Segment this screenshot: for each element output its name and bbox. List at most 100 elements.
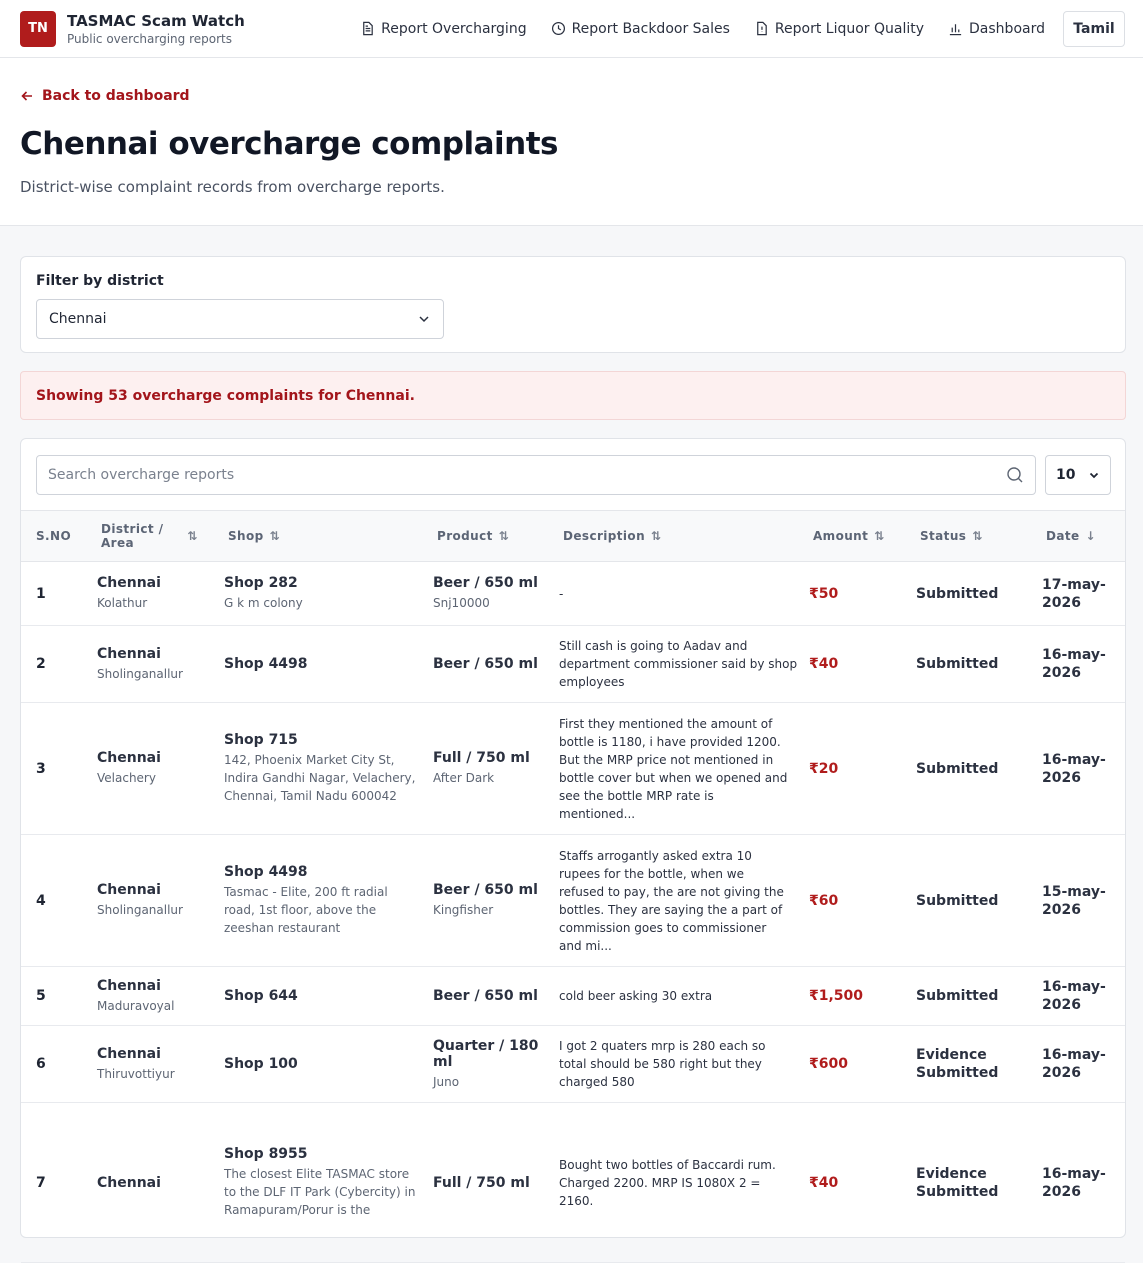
cell-amount: ₹20 bbox=[809, 702, 916, 835]
chevron-down-icon bbox=[1089, 472, 1099, 479]
page-size-value: 10 bbox=[1056, 467, 1076, 483]
table-row[interactable]: 7 Chennai Shop 8955 The closest Elite TAS… bbox=[21, 1102, 1125, 1263]
page-header: Back to dashboard Chennai overcharge com… bbox=[0, 58, 1143, 226]
nav-label: Report Overcharging bbox=[381, 20, 527, 37]
table-row[interactable]: 3 Chennai Velachery Shop 715 142, Phoenix … bbox=[21, 702, 1125, 835]
cell-date: 17-may-2026 bbox=[1042, 561, 1125, 626]
cell-product: Beer / 650 ml bbox=[433, 625, 559, 703]
results-count-notice: Showing 53 overcharge complaints for Che… bbox=[20, 371, 1126, 420]
cell-sno: 7 bbox=[21, 1102, 97, 1263]
complaints-table: S.NO District / Area ⇅ Shop ⇅ Product ⇅ Des… bbox=[21, 510, 1125, 1263]
sort-icon[interactable]: ⇅ bbox=[187, 529, 197, 543]
nav-report-liquor-quality[interactable]: Report Liquor Quality bbox=[754, 21, 924, 37]
document-icon bbox=[363, 21, 373, 36]
top-navigation-bar: TN TASMAC Scam Watch Public overcharging… bbox=[0, 0, 1143, 58]
cell-sno: 3 bbox=[21, 702, 97, 835]
table-header-row: S.NO District / Area ⇅ Shop ⇅ Product ⇅ Des… bbox=[21, 510, 1125, 562]
column-header-product[interactable]: Product ⇅ bbox=[433, 511, 559, 562]
filter-label: Filter by district bbox=[36, 273, 164, 289]
cell-description: Still cash is going to Aadav and departm… bbox=[559, 625, 809, 703]
column-header-description[interactable]: Description ⇅ bbox=[559, 511, 809, 562]
sort-desc-icon[interactable]: ↓ bbox=[1086, 529, 1096, 543]
table-row[interactable]: 5 Chennai Maduravoyal Shop 644 Beer / 650… bbox=[21, 966, 1125, 1026]
cell-date: 16-may-2026 bbox=[1042, 1025, 1125, 1103]
cell-description: cold beer asking 30 extra bbox=[559, 966, 809, 1026]
cell-status: Submitted bbox=[916, 702, 1042, 835]
nav-report-backdoor-sales[interactable]: Report Backdoor Sales bbox=[551, 21, 730, 37]
sort-icon[interactable]: ⇅ bbox=[972, 529, 982, 543]
page-size-select[interactable]: 10 bbox=[1045, 455, 1111, 495]
nav-report-overcharging[interactable]: Report Overcharging bbox=[360, 20, 527, 37]
cell-description: First they mentioned the amount of bottl… bbox=[559, 702, 809, 835]
column-header-shop[interactable]: Shop ⇅ bbox=[224, 511, 433, 562]
search-input[interactable]: Search overcharge reports bbox=[36, 455, 1036, 495]
cell-description: Bought two bottles of Baccardi rum. Char… bbox=[559, 1102, 809, 1263]
column-header-district[interactable]: District / Area ⇅ bbox=[97, 511, 224, 562]
cell-product: Full / 750 ml bbox=[433, 1102, 559, 1263]
cell-product: Beer / 650 ml Kingfisher bbox=[433, 834, 559, 967]
arrow-left-icon bbox=[21, 91, 32, 101]
search-icon[interactable] bbox=[1006, 466, 1024, 484]
sort-icon[interactable]: ⇅ bbox=[270, 529, 280, 543]
column-header-date[interactable]: Date ↓ bbox=[1042, 511, 1125, 562]
cell-description: Staffs arrogantly asked extra 10 rupees … bbox=[559, 834, 809, 967]
table-row[interactable]: 4 Chennai Sholinganallur Shop 4498 Tasmac … bbox=[21, 834, 1125, 967]
nav-label: Dashboard bbox=[969, 20, 1045, 37]
bar-chart-icon bbox=[949, 24, 962, 36]
cell-shop: Shop 8955 The closest Elite TASMAC store … bbox=[224, 1102, 433, 1263]
cell-description: I got 2 quaters mrp is 280 each so total… bbox=[559, 1025, 809, 1103]
cell-shop: Shop 282 G k m colony bbox=[224, 561, 433, 626]
main-nav: Report Overcharging Report Backdoor Sale… bbox=[336, 10, 1125, 47]
district-select[interactable]: Chennai bbox=[36, 299, 444, 339]
cell-status: Submitted bbox=[916, 834, 1042, 967]
table-row[interactable]: 1 Chennai Kolathur Shop 282 G k m colony B… bbox=[21, 561, 1125, 626]
cell-shop: Shop 4498 Tasmac - Elite, 200 ft radial r… bbox=[224, 834, 433, 967]
cell-product: Beer / 650 ml Snj10000 bbox=[433, 561, 559, 626]
cell-district: Chennai Thiruvottiyur bbox=[97, 1025, 224, 1103]
language-toggle-button[interactable]: Tamil bbox=[1063, 10, 1125, 47]
cell-date: 16-may-2026 bbox=[1042, 1102, 1125, 1263]
table-row[interactable]: 6 Chennai Thiruvottiyur Shop 100 Quarter … bbox=[21, 1025, 1125, 1103]
cell-shop: Shop 644 bbox=[224, 966, 433, 1026]
cell-shop: Shop 715 142, Phoenix Market City St, Ind… bbox=[224, 702, 433, 835]
clock-icon bbox=[551, 21, 565, 36]
cell-amount: ₹50 bbox=[809, 561, 916, 626]
cell-sno: 2 bbox=[21, 625, 97, 703]
nav-label: Report Backdoor Sales bbox=[571, 20, 730, 37]
cell-district: Chennai Kolathur bbox=[97, 561, 224, 626]
sort-icon[interactable]: ⇅ bbox=[874, 529, 884, 543]
nav-label: Report Liquor Quality bbox=[774, 20, 925, 37]
cell-district: Chennai bbox=[97, 1102, 224, 1263]
table-row[interactable]: 2 Chennai Sholinganallur Shop 4498 Beer /… bbox=[21, 625, 1125, 703]
cell-amount: ₹600 bbox=[809, 1025, 916, 1103]
cell-product: Full / 750 ml After Dark bbox=[433, 702, 559, 835]
brand[interactable]: TASMAC Scam Watch Public overcharging re… bbox=[67, 12, 245, 46]
cell-sno: 5 bbox=[21, 966, 97, 1026]
cell-product: Quarter / 180 ml Juno bbox=[433, 1025, 559, 1103]
search-placeholder: Search overcharge reports bbox=[48, 467, 235, 483]
cell-description: - bbox=[559, 561, 809, 626]
page-subtitle: District-wise complaint records from ove… bbox=[20, 178, 445, 196]
cell-district: Chennai Sholinganallur bbox=[97, 625, 224, 703]
column-header-status[interactable]: Status ⇅ bbox=[916, 511, 1042, 562]
cell-date: 15-may-2026 bbox=[1042, 834, 1125, 967]
cell-district: Chennai Velachery bbox=[97, 702, 224, 835]
column-header-amount[interactable]: Amount ⇅ bbox=[809, 511, 916, 562]
back-to-dashboard-link[interactable]: Back to dashboard bbox=[20, 88, 1123, 104]
cell-amount: ₹60 bbox=[809, 834, 916, 967]
cell-sno: 4 bbox=[21, 834, 97, 967]
cell-district: Chennai Sholinganallur bbox=[97, 834, 224, 967]
cell-date: 16-may-2026 bbox=[1042, 702, 1125, 835]
tn-logo[interactable]: TN bbox=[20, 10, 56, 47]
cell-product: Beer / 650 ml bbox=[433, 966, 559, 1026]
sort-icon[interactable]: ⇅ bbox=[499, 529, 509, 543]
cell-district: Chennai Maduravoyal bbox=[97, 966, 224, 1026]
cell-amount: ₹1,500 bbox=[809, 966, 916, 1026]
app-subtitle: Public overcharging reports bbox=[67, 31, 232, 46]
cell-status: Submitted bbox=[916, 625, 1042, 703]
cell-date: 16-may-2026 bbox=[1042, 625, 1125, 703]
complaints-table-card: Search overcharge reports 10 S.NO Distri… bbox=[20, 438, 1126, 1263]
nav-dashboard[interactable]: Dashboard bbox=[948, 21, 1045, 37]
sort-icon[interactable]: ⇅ bbox=[651, 529, 661, 543]
cell-status: Evidence Submitted bbox=[916, 1102, 1042, 1263]
